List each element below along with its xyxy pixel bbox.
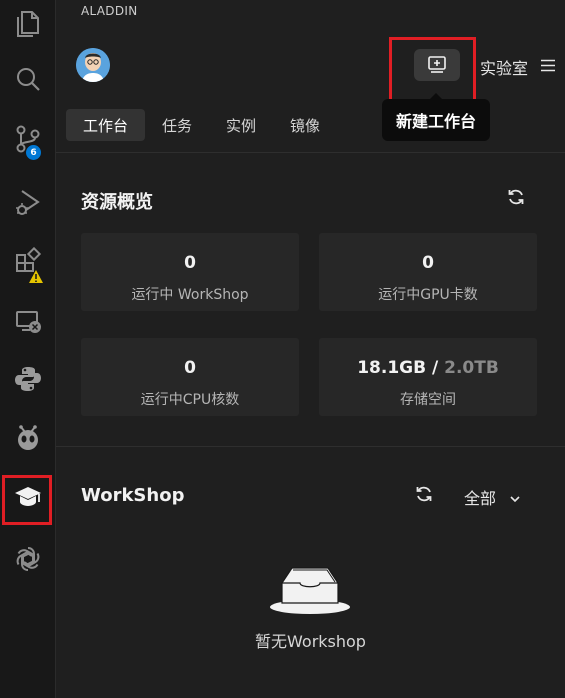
empty-state-text: 暂无Workshop [255, 632, 366, 651]
search-icon[interactable] [0, 55, 55, 103]
workshop-title: WorkShop [81, 485, 185, 506]
stat-card-cpu: 0 运行中CPU核数 [81, 338, 299, 416]
source-control-badge: 6 [26, 145, 41, 160]
stat-value: 0 [422, 253, 434, 273]
tab-images[interactable]: 镜像 [273, 109, 337, 141]
stat-value-storage: 18.1GB / 2.0TB [319, 358, 537, 378]
stat-value: 0 [184, 358, 196, 378]
openai-icon[interactable] [0, 535, 55, 583]
activity-bar: 6 [0, 0, 56, 698]
alien-icon[interactable] [0, 414, 55, 462]
warning-icon [28, 269, 44, 285]
storage-used: 18.1GB [357, 358, 427, 378]
new-workspace-tooltip: 新建工作台 [382, 99, 490, 141]
overview-refresh-icon[interactable] [505, 186, 527, 208]
menu-icon[interactable] [541, 57, 555, 76]
main-panel: ALADDIN 实验室 新建工作台 工作台 任务 实例 镜像 资源概览 0 运行… [56, 0, 565, 698]
extensions-icon[interactable] [0, 238, 55, 286]
divider [56, 446, 565, 447]
source-control-icon[interactable]: 6 [0, 115, 55, 163]
stat-label: 运行中GPU卡数 [378, 287, 478, 303]
workshop-filter-select[interactable]: 全部 [464, 485, 520, 509]
graduation-cap-icon[interactable] [0, 473, 55, 521]
new-workspace-button[interactable] [414, 49, 460, 81]
stat-label: 存储空间 [400, 392, 456, 408]
app-title: ALADDIN [81, 4, 138, 18]
python-icon[interactable] [0, 355, 55, 403]
divider [56, 152, 565, 153]
workshop-refresh-icon[interactable] [413, 483, 435, 505]
stat-label: 运行中CPU核数 [140, 392, 240, 408]
storage-separator: / [426, 358, 445, 378]
tab-instances[interactable]: 实例 [209, 109, 273, 141]
avatar[interactable] [76, 48, 110, 82]
stat-label: 运行中 WorkShop [131, 287, 249, 303]
lab-label[interactable]: 实验室 [480, 55, 528, 79]
stat-value: 0 [184, 253, 196, 273]
overview-title: 资源概览 [81, 192, 153, 213]
filter-value: 全部 [464, 489, 497, 508]
files-icon[interactable] [0, 0, 55, 48]
storage-total: 2.0TB [444, 358, 499, 378]
stat-card-workshop: 0 运行中 WorkShop [81, 233, 299, 311]
tab-workspace[interactable]: 工作台 [66, 109, 146, 141]
tab-bar: 工作台 任务 实例 镜像 [66, 109, 337, 141]
remote-explorer-icon[interactable] [0, 297, 55, 345]
run-debug-icon[interactable] [0, 178, 55, 226]
chevron-down-icon [510, 488, 520, 507]
stat-card-gpu: 0 运行中GPU卡数 [319, 233, 537, 311]
empty-inbox-icon [269, 563, 351, 619]
stat-card-storage: 18.1GB / 2.0TB 存储空间 [319, 338, 537, 416]
tab-tasks[interactable]: 任务 [145, 109, 209, 141]
